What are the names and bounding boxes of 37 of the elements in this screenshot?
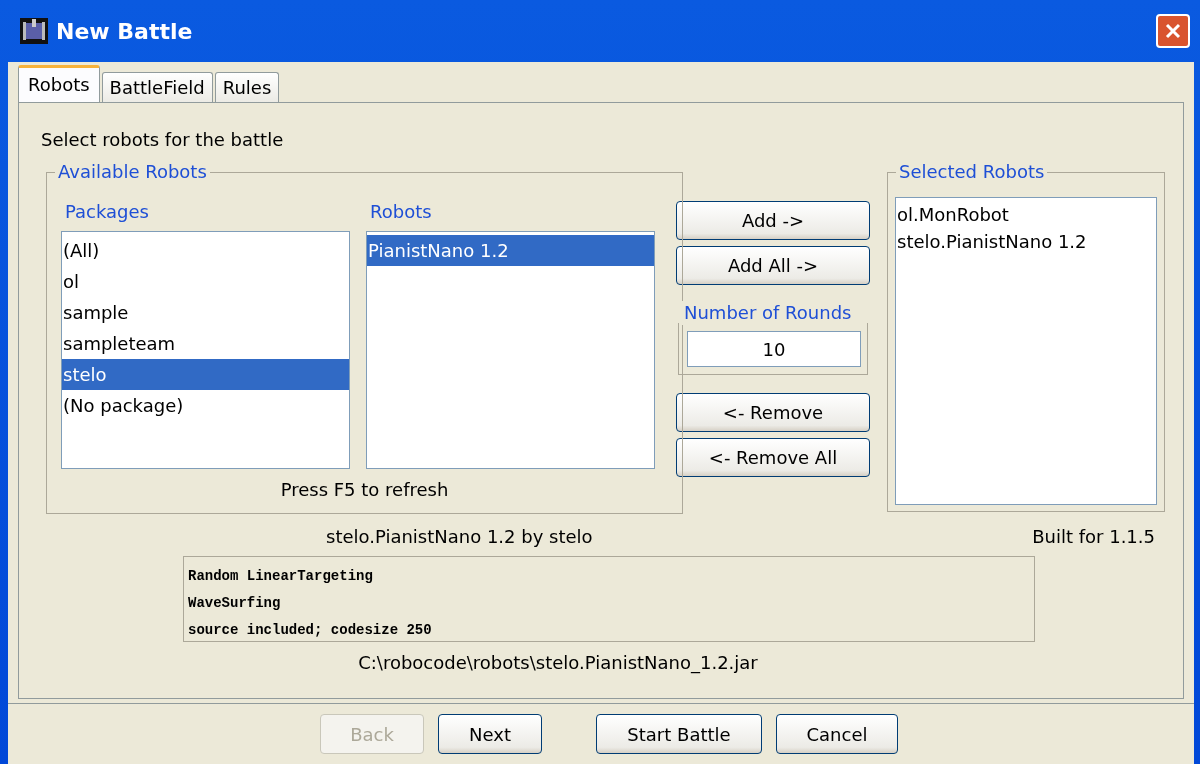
list-box[interactable]: ol.MonRobot stelo.PianistNano 1.2 (895, 197, 1157, 505)
instruction-text: Select robots for the battle (41, 129, 285, 150)
list-item[interactable]: ol (62, 266, 349, 297)
footer-button[interactable]: Cancel (776, 714, 898, 754)
description-line: Random LinearTargeting (188, 567, 374, 586)
hint-text: Press F5 to refresh (279, 479, 450, 500)
list-item[interactable]: (All) (62, 235, 349, 266)
tab[interactable]: BattleField (101, 72, 213, 102)
window-title: New Battle (56, 18, 194, 44)
add-button[interactable]: Add -> (676, 201, 870, 240)
close-button[interactable] (1156, 14, 1190, 48)
list-label: Packages (65, 200, 150, 224)
list-item[interactable]: sampleteam (62, 328, 349, 359)
description-line: source included; codesize 250 (188, 621, 433, 640)
list-box[interactable]: (All) ol sample sampleteam stelo (No package) (61, 231, 350, 469)
robot-name-text: stelo.PianistNano 1.2 by stelo (326, 525, 593, 549)
add-button[interactable]: Add All -> (676, 246, 870, 285)
file-path-text: C:\robocode\robots\stelo.PianistNano_1.2.jar (357, 652, 759, 673)
list-item[interactable]: (No package) (62, 390, 349, 421)
list-item[interactable]: stelo (62, 359, 349, 390)
list-item[interactable]: sample (62, 297, 349, 328)
list-item[interactable]: stelo.PianistNano 1.2 (896, 228, 1156, 255)
list-box[interactable]: PianistNano 1.2 (366, 231, 655, 469)
close-icon (1163, 21, 1183, 41)
description-line: WaveSurfing (188, 594, 282, 613)
tab[interactable]: Rules (214, 72, 280, 102)
remove-button[interactable]: <- Remove (676, 393, 870, 432)
rounds-field[interactable]: 10 (687, 331, 861, 367)
robot-tank-icon (20, 18, 48, 44)
list-label: Robots (370, 200, 433, 224)
footer-button[interactable]: Start Battle (596, 714, 762, 754)
footer-button[interactable]: Next (438, 714, 542, 754)
list-item[interactable]: ol.MonRobot (896, 201, 1156, 228)
list-item[interactable]: PianistNano 1.2 (367, 235, 654, 266)
tab[interactable]: Robots (18, 65, 100, 102)
remove-button[interactable]: <- Remove All (676, 438, 870, 477)
version-text: Built for 1.1.5 (1032, 525, 1155, 549)
